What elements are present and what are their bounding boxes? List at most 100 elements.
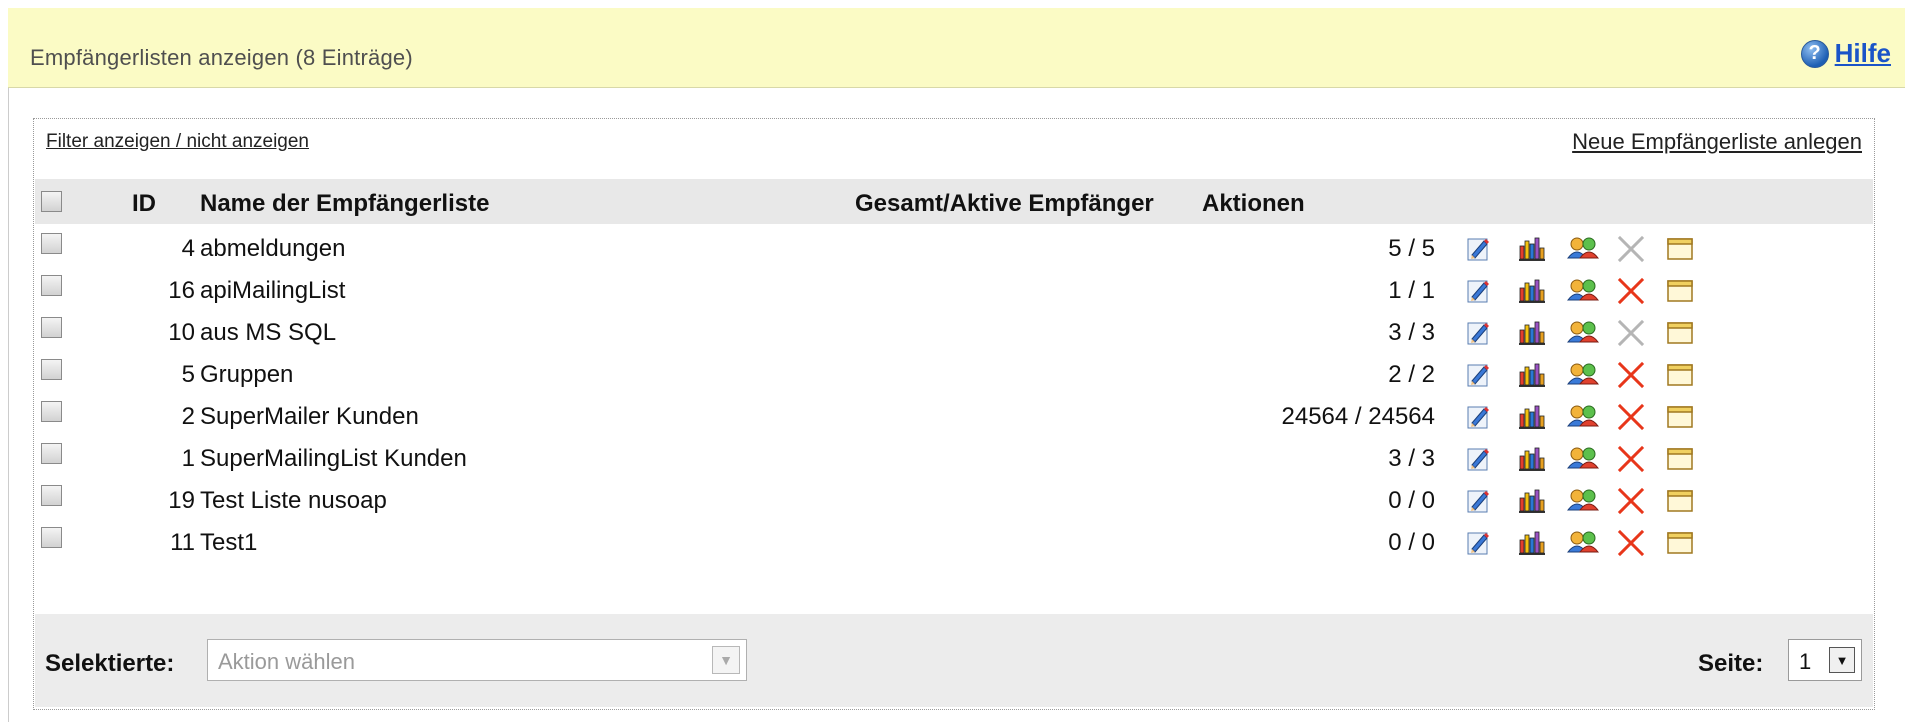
row-actions bbox=[1467, 527, 1717, 559]
row-list-name: Test1 bbox=[200, 529, 258, 556]
row-checkbox[interactable] bbox=[41, 233, 62, 254]
recipients-icon[interactable] bbox=[1567, 233, 1617, 265]
row-checkbox[interactable] bbox=[41, 527, 62, 548]
delete-icon[interactable] bbox=[1617, 443, 1667, 475]
row-id: 11 bbox=[170, 529, 195, 556]
page-header: Empfängerlisten anzeigen (8 Einträge) ? … bbox=[8, 8, 1905, 88]
row-id: 19 bbox=[168, 487, 195, 514]
column-header-name[interactable]: Name der Empfängerliste bbox=[200, 190, 489, 218]
row-recipient-count: 2 / 2 bbox=[1388, 361, 1435, 388]
edit-icon[interactable] bbox=[1467, 317, 1517, 349]
row-id: 10 bbox=[168, 319, 195, 346]
row-recipient-count: 1 / 1 bbox=[1388, 277, 1435, 304]
row-actions bbox=[1467, 443, 1717, 475]
row-list-name: aus MS SQL bbox=[200, 319, 337, 346]
page-select-value: 1 bbox=[1799, 649, 1812, 674]
properties-icon[interactable] bbox=[1667, 401, 1717, 433]
row-recipient-count: 3 / 3 bbox=[1388, 445, 1435, 472]
row-actions bbox=[1467, 401, 1717, 433]
row-checkbox[interactable] bbox=[41, 359, 62, 380]
properties-icon[interactable] bbox=[1667, 275, 1717, 307]
delete-icon[interactable] bbox=[1617, 359, 1667, 391]
delete-icon[interactable] bbox=[1617, 485, 1667, 517]
recipients-icon[interactable] bbox=[1567, 359, 1617, 391]
row-recipient-count: 5 / 5 bbox=[1388, 235, 1435, 262]
chevron-down-icon[interactable]: ▼ bbox=[712, 646, 740, 674]
row-id: 4 bbox=[181, 235, 195, 262]
statistics-icon[interactable] bbox=[1517, 443, 1567, 475]
column-header-id[interactable]: ID bbox=[132, 190, 156, 218]
left-border bbox=[8, 88, 9, 722]
statistics-icon[interactable] bbox=[1517, 317, 1567, 349]
row-list-name: abmeldungen bbox=[200, 235, 346, 262]
statistics-icon[interactable] bbox=[1517, 359, 1567, 391]
row-list-name: SuperMailingList Kunden bbox=[200, 445, 467, 472]
row-checkbox[interactable] bbox=[41, 401, 62, 422]
row-checkbox[interactable] bbox=[41, 443, 62, 464]
help-icon[interactable]: ? bbox=[1800, 39, 1829, 68]
delete-icon[interactable] bbox=[1617, 275, 1667, 307]
chevron-down-icon[interactable]: ▼ bbox=[1829, 647, 1855, 673]
delete-icon bbox=[1617, 317, 1667, 349]
recipients-icon[interactable] bbox=[1567, 527, 1617, 559]
row-checkbox[interactable] bbox=[41, 275, 62, 296]
recipients-icon[interactable] bbox=[1567, 401, 1617, 433]
list-panel: Filter anzeigen / nicht anzeigen Neue Em… bbox=[33, 118, 1875, 710]
row-checkbox[interactable] bbox=[41, 485, 62, 506]
row-actions bbox=[1467, 275, 1717, 307]
edit-icon[interactable] bbox=[1467, 233, 1517, 265]
properties-icon[interactable] bbox=[1667, 485, 1717, 517]
row-id: 2 bbox=[181, 403, 195, 430]
row-recipient-count: 24564 / 24564 bbox=[1281, 403, 1435, 430]
row-id: 5 bbox=[181, 361, 195, 388]
page-select[interactable]: 1 ▼ bbox=[1788, 639, 1862, 681]
recipients-icon[interactable] bbox=[1567, 443, 1617, 475]
statistics-icon[interactable] bbox=[1517, 401, 1567, 433]
help-link-group[interactable]: ? Hilfe bbox=[1800, 38, 1891, 69]
filter-toggle-link[interactable]: Filter anzeigen / nicht anzeigen bbox=[46, 131, 309, 153]
row-actions bbox=[1467, 233, 1717, 265]
edit-icon[interactable] bbox=[1467, 275, 1517, 307]
help-link[interactable]: Hilfe bbox=[1835, 38, 1891, 69]
properties-icon[interactable] bbox=[1667, 443, 1717, 475]
statistics-icon[interactable] bbox=[1517, 233, 1567, 265]
row-id: 16 bbox=[168, 277, 195, 304]
statistics-icon[interactable] bbox=[1517, 485, 1567, 517]
delete-icon[interactable] bbox=[1617, 401, 1667, 433]
recipients-icon[interactable] bbox=[1567, 485, 1617, 517]
properties-icon[interactable] bbox=[1667, 527, 1717, 559]
column-header-count[interactable]: Gesamt/Aktive Empfänger bbox=[855, 190, 1154, 218]
column-header-actions: Aktionen bbox=[1202, 190, 1305, 217]
properties-icon[interactable] bbox=[1667, 233, 1717, 265]
row-list-name: SuperMailer Kunden bbox=[200, 403, 419, 430]
table-header: ID Name der Empfängerliste Gesamt/Aktive… bbox=[35, 179, 1873, 224]
statistics-icon[interactable] bbox=[1517, 275, 1567, 307]
delete-icon bbox=[1617, 233, 1667, 265]
select-all-checkbox[interactable] bbox=[41, 191, 62, 212]
delete-icon[interactable] bbox=[1617, 527, 1667, 559]
row-recipient-count: 0 / 0 bbox=[1388, 487, 1435, 514]
row-actions bbox=[1467, 359, 1717, 391]
row-id: 1 bbox=[181, 445, 195, 472]
recipients-icon[interactable] bbox=[1567, 317, 1617, 349]
edit-icon[interactable] bbox=[1467, 401, 1517, 433]
row-checkbox[interactable] bbox=[41, 317, 62, 338]
row-list-name: Test Liste nusoap bbox=[200, 487, 387, 514]
edit-icon[interactable] bbox=[1467, 527, 1517, 559]
edit-icon[interactable] bbox=[1467, 443, 1517, 475]
table-footer: Selektierte: Aktion wählen ▼ Seite: 1 ▼ bbox=[35, 614, 1873, 707]
properties-icon[interactable] bbox=[1667, 359, 1717, 391]
recipients-icon[interactable] bbox=[1567, 275, 1617, 307]
page-title: Empfängerlisten anzeigen (8 Einträge) bbox=[30, 45, 413, 70]
bulk-action-placeholder: Aktion wählen bbox=[218, 649, 355, 674]
bulk-action-select[interactable]: Aktion wählen ▼ bbox=[207, 639, 747, 681]
properties-icon[interactable] bbox=[1667, 317, 1717, 349]
row-actions bbox=[1467, 317, 1717, 349]
new-list-link[interactable]: Neue Empfängerliste anlegen bbox=[1572, 129, 1862, 155]
edit-icon[interactable] bbox=[1467, 359, 1517, 391]
table-row: 11 Test1 0 / 0 bbox=[35, 518, 1873, 568]
page-label: Seite: bbox=[1698, 650, 1764, 677]
statistics-icon[interactable] bbox=[1517, 527, 1567, 559]
row-list-name: Gruppen bbox=[200, 361, 294, 388]
edit-icon[interactable] bbox=[1467, 485, 1517, 517]
